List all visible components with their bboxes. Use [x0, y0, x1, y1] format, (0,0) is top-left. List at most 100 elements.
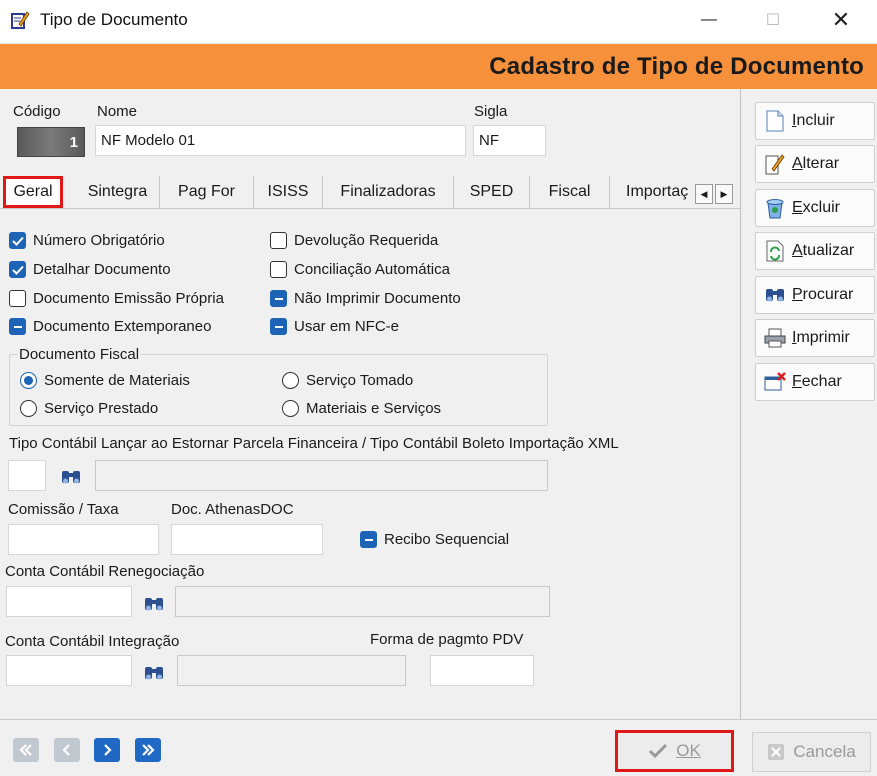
- fechar-button[interactable]: Fechar: [755, 363, 875, 401]
- conciliacao-automatica-checkbox[interactable]: [270, 261, 287, 278]
- atualizar-button[interactable]: Atualizar: [755, 232, 875, 270]
- procurar-label: Procurar: [792, 286, 854, 303]
- integracao-input[interactable]: [6, 655, 132, 686]
- sigla-field[interactable]: NF: [473, 125, 546, 156]
- conciliacao-automatica-label: Conciliação Automática: [294, 261, 450, 278]
- window-title: Tipo de Documento: [40, 10, 188, 29]
- maximize-button[interactable]: ☐: [750, 0, 796, 40]
- excluir-button[interactable]: Excluir: [755, 189, 875, 227]
- last-record-button[interactable]: [135, 738, 161, 762]
- tab-pag-for[interactable]: Pag For: [160, 176, 254, 208]
- previous-record-button[interactable]: [54, 738, 80, 762]
- next-record-button[interactable]: [94, 738, 120, 762]
- cancel-label: Cancela: [793, 742, 856, 761]
- recibo-sequencial-label: Recibo Sequencial: [384, 531, 510, 548]
- page-title: Cadastro de Tipo de Documento: [489, 53, 864, 80]
- edit-document-icon: [764, 153, 786, 175]
- double-chevron-left-icon: [19, 744, 32, 756]
- refresh-icon: [764, 240, 786, 262]
- tipo-contabil-code-input[interactable]: [8, 460, 46, 491]
- renegociacao-input[interactable]: [6, 586, 132, 617]
- tab-isiss[interactable]: ISISS: [254, 176, 323, 208]
- radio-servico-prestado[interactable]: [20, 400, 37, 417]
- radio-materiais-servicos-label: Materiais e Serviços: [306, 400, 442, 417]
- forma-pagmto-input[interactable]: [430, 655, 534, 686]
- radio-somente-materiais-label: Somente de Materiais: [44, 372, 190, 389]
- tipo-contabil-description: [95, 460, 548, 491]
- documento-emissao-propria-label: Documento Emissão Própria: [33, 290, 224, 307]
- binoculars-icon: [764, 284, 786, 306]
- recibo-sequencial-checkbox[interactable]: [360, 531, 377, 548]
- nao-imprimir-documento-checkbox[interactable]: [270, 290, 287, 307]
- atualizar-label: Atualizar: [792, 242, 855, 259]
- cancel-icon: [768, 744, 785, 760]
- procurar-button[interactable]: Procurar: [755, 276, 875, 314]
- tab-importacao[interactable]: Importaç: [610, 176, 692, 208]
- codigo-field[interactable]: 1: [17, 127, 85, 157]
- imprimir-button[interactable]: Imprimir: [755, 319, 875, 357]
- documento-extemporaneo-label: Documento Extemporaneo: [33, 318, 212, 335]
- tab-sped[interactable]: SPED: [454, 176, 530, 208]
- binoculars-icon[interactable]: [143, 595, 165, 613]
- documento-emissao-propria-checkbox[interactable]: [9, 290, 26, 307]
- detalhar-documento-checkbox[interactable]: [9, 261, 26, 278]
- tab-geral[interactable]: Geral: [3, 176, 63, 208]
- devolucao-requerida-label: Devolução Requerida: [294, 232, 439, 249]
- comissao-label: Comissão / Taxa: [8, 501, 119, 518]
- renegociacao-description: [175, 586, 550, 617]
- first-record-button[interactable]: [13, 738, 39, 762]
- athenas-input[interactable]: [171, 524, 323, 555]
- radio-servico-prestado-label: Serviço Prestado: [44, 400, 159, 417]
- integracao-description: [177, 655, 406, 686]
- bottom-bar: [0, 719, 877, 776]
- binoculars-icon[interactable]: [60, 468, 82, 486]
- side-panel: [742, 89, 877, 719]
- chevron-left-icon: [62, 744, 70, 756]
- close-window-icon: [764, 371, 786, 393]
- incluir-label: Incluir: [792, 112, 835, 129]
- fechar-label: Fechar: [792, 373, 842, 390]
- page-header: Cadastro de Tipo de Documento: [0, 44, 877, 89]
- tab-finalizadoras[interactable]: Finalizadoras: [323, 176, 454, 208]
- arrow-left-icon: ◀: [700, 188, 708, 199]
- devolucao-requerida-checkbox[interactable]: [270, 232, 287, 249]
- printer-icon: [764, 327, 786, 349]
- document-edit-icon: [11, 11, 30, 29]
- imprimir-label: Imprimir: [792, 329, 850, 346]
- tab-fiscal[interactable]: Fiscal: [530, 176, 610, 208]
- minimize-button[interactable]: —: [686, 0, 732, 40]
- alterar-label: Alterar: [792, 155, 840, 172]
- trash-icon: [764, 197, 786, 219]
- tabs-divider: [0, 208, 741, 209]
- tab-sintegra[interactable]: Sintegra: [76, 176, 160, 208]
- integracao-label: Conta Contábil Integração: [5, 633, 180, 650]
- check-icon: [649, 743, 668, 759]
- check-icon: [11, 236, 24, 246]
- nome-field[interactable]: NF Modelo 01: [95, 125, 466, 156]
- radio-materiais-servicos[interactable]: [282, 400, 299, 417]
- tab-scroll-left-button[interactable]: ◀: [695, 184, 713, 204]
- usar-em-nfce-checkbox[interactable]: [270, 318, 287, 335]
- numero-obrigatorio-checkbox[interactable]: [9, 232, 26, 249]
- comissao-input[interactable]: [8, 524, 159, 555]
- radio-somente-materiais[interactable]: [20, 372, 37, 389]
- incluir-button[interactable]: Incluir: [755, 102, 875, 140]
- ok-button[interactable]: OK: [615, 730, 734, 772]
- arrow-right-icon: ▶: [720, 188, 728, 199]
- numero-obrigatorio-label: Número Obrigatório: [33, 232, 165, 249]
- check-icon: [11, 265, 24, 275]
- tipo-contabil-label: Tipo Contábil Lançar ao Estornar Parcela…: [9, 435, 619, 452]
- ok-label: OK: [676, 741, 701, 760]
- cancel-button[interactable]: Cancela: [752, 732, 871, 772]
- tab-scroll-right-button[interactable]: ▶: [715, 184, 733, 204]
- sigla-label: Sigla: [474, 103, 508, 120]
- codigo-label: Código: [13, 103, 61, 120]
- documento-extemporaneo-checkbox[interactable]: [9, 318, 26, 335]
- radio-servico-tomado[interactable]: [282, 372, 299, 389]
- new-document-icon: [764, 110, 786, 132]
- alterar-button[interactable]: Alterar: [755, 145, 875, 183]
- nome-label: Nome: [97, 103, 138, 120]
- title-bar: Tipo de Documento — ☐ ✕: [0, 0, 877, 44]
- binoculars-icon[interactable]: [143, 664, 165, 682]
- close-button[interactable]: ✕: [818, 0, 864, 40]
